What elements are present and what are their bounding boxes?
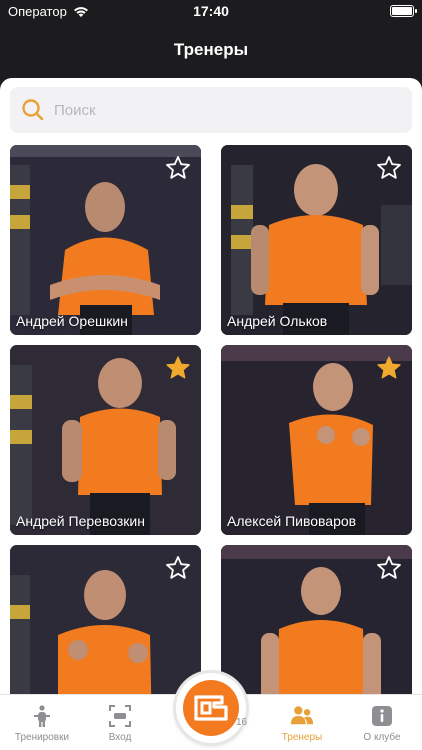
info-icon [370, 704, 394, 728]
tab-about-club[interactable]: О клубе [340, 695, 422, 750]
tab-label: О клубе [363, 732, 401, 743]
status-time: 17:40 [193, 3, 229, 19]
tab-label: Тренеры [281, 732, 323, 743]
trainer-card[interactable]: Алексей Пивоваров [221, 345, 412, 535]
star-filled-icon[interactable] [165, 355, 191, 381]
tab-workouts[interactable]: Тренировки [0, 695, 84, 750]
star-outline-icon[interactable] [165, 155, 191, 181]
tab-entry[interactable]: Вход [78, 695, 162, 750]
star-outline-icon[interactable] [376, 555, 402, 581]
club-center-button[interactable] [176, 673, 246, 743]
content-sheet: Андрей Орешкин Андрей Ольков [0, 78, 422, 750]
nav-bar: Тренеры [0, 24, 422, 78]
trainer-name: Андрей Ольков [227, 313, 328, 329]
star-outline-icon[interactable] [376, 155, 402, 181]
qr-scan-icon [108, 704, 132, 728]
club-logo-icon [183, 680, 239, 736]
search-input[interactable] [54, 101, 374, 119]
search-icon [10, 87, 56, 133]
partial-label: 16 [236, 717, 248, 728]
tab-label: Тренировки [14, 732, 70, 743]
trainer-card[interactable]: Андрей Ольков [221, 145, 412, 335]
trainer-name: Андрей Перевозкин [16, 513, 145, 529]
trainer-card[interactable]: Андрей Перевозкин [10, 345, 201, 535]
trainer-name: Алексей Пивоваров [227, 513, 357, 529]
tab-label: Вход [108, 732, 132, 743]
page-title: Тренеры [173, 40, 249, 59]
dumbbell-person-icon [30, 704, 54, 728]
trainer-card[interactable]: Андрей Орешкин [10, 145, 201, 335]
search-bar[interactable] [10, 87, 412, 133]
star-filled-icon[interactable] [376, 355, 402, 381]
status-bar: Оператор 17:40 [0, 0, 422, 24]
tab-trainers[interactable]: Тренеры [260, 695, 344, 750]
star-outline-icon[interactable] [165, 555, 191, 581]
trainers-icon [290, 704, 314, 728]
battery-icon [390, 5, 417, 17]
trainer-name: Андрей Орешкин [16, 313, 128, 329]
